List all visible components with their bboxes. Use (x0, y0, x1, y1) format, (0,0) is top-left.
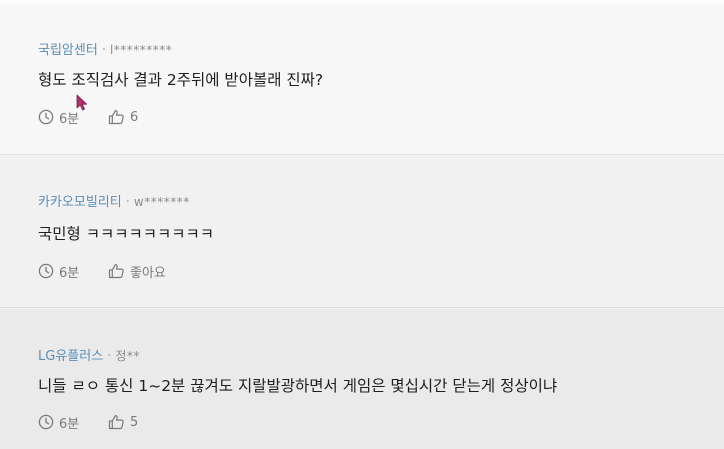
thumbs-up-icon (108, 263, 125, 279)
like-button[interactable]: 6 (108, 108, 138, 126)
like-count: 6 (130, 109, 139, 125)
thumbs-up-icon (108, 414, 125, 430)
time-ago: 6분 (38, 108, 108, 127)
comment-text: 니들 ㄹㅇ 통신 1~2분 끊겨도 지랄발광하면서 게임은 몇십시간 닫는게 정… (38, 377, 558, 395)
clock-icon (38, 414, 54, 430)
time-label: 6분 (59, 265, 80, 281)
comment-text: 국민형 ㅋㅋㅋㅋㅋㅋㅋㅋㅋ (38, 225, 215, 243)
separator-dot: · (107, 349, 112, 364)
comment-meta: 카카오모빌리티 · w******* (38, 194, 190, 211)
mouse-cursor-icon (76, 94, 88, 111)
time-label: 6분 (59, 416, 80, 432)
comment-item: LG유플러스 · 정** 니들 ㄹㅇ 통신 1~2분 끊겨도 지랄발광하면서 게임은… (0, 309, 724, 449)
clock-icon (38, 263, 54, 279)
user-id: w******* (133, 195, 190, 209)
comment-item: 국립암센터 · l********* 형도 조직검사 결과 2주뒤에 받아볼래 진짜… (0, 6, 724, 155)
user-id: 정** (115, 349, 140, 363)
like-button[interactable]: 5 (108, 413, 138, 431)
comment-actions: 6분 5 (38, 413, 138, 432)
separator-dot: · (125, 195, 130, 210)
comment-item: 카카오모빌리티 · w******* 국민형 ㅋㅋㅋㅋㅋㅋㅋㅋㅋ 6분 좋아요 (0, 156, 724, 308)
time-ago: 6분 (38, 262, 108, 281)
comment-text: 형도 조직검사 결과 2주뒤에 받아볼래 진짜? (38, 71, 324, 89)
like-button[interactable]: 좋아요 (108, 262, 166, 281)
comment-actions: 6분 6 (38, 108, 138, 127)
company-name-link[interactable]: 카카오모빌리티 (38, 195, 122, 210)
company-name-link[interactable]: 국립암센터 (38, 43, 98, 58)
like-count: 5 (130, 414, 139, 430)
like-label: 좋아요 (130, 265, 166, 281)
clock-icon (38, 109, 54, 125)
user-id: l********* (109, 43, 173, 57)
time-ago: 6분 (38, 413, 108, 432)
thumbs-up-icon (108, 109, 125, 125)
separator-dot: · (101, 43, 106, 58)
company-name-link[interactable]: LG유플러스 (38, 349, 103, 364)
comment-feed: 국립암센터 · l********* 형도 조직검사 결과 2주뒤에 받아볼래 진짜… (0, 0, 724, 449)
comment-actions: 6분 좋아요 (38, 262, 166, 281)
comment-meta: LG유플러스 · 정** (38, 348, 140, 365)
comment-meta: 국립암센터 · l********* (38, 42, 172, 59)
